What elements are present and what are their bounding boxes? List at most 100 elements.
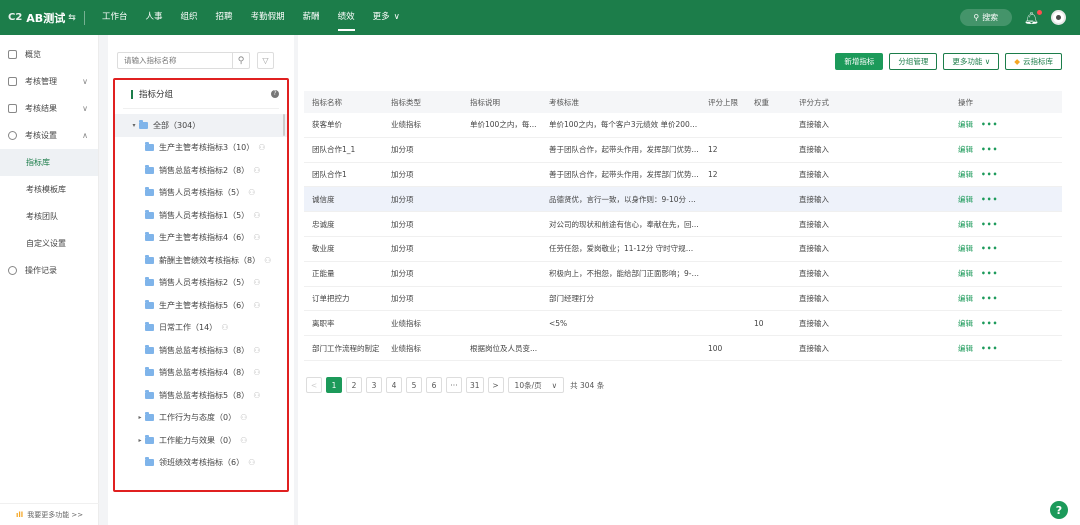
page-button[interactable]: 2 — [346, 377, 362, 393]
table-cell: 10 — [754, 318, 764, 328]
new-indicator-button[interactable]: 新增指标 — [835, 53, 884, 70]
group-tree: ▾ 全部（304） 生产主管考核指标3（10） ⚇ 销售总监考核指标2（8） ⚇ 销售人… — [115, 114, 287, 474]
tree-node[interactable]: 销售人员考核指标（5） ⚇ — [115, 182, 287, 205]
table-cell: 部门工作流程的制定 — [312, 343, 380, 353]
sidebar-item-assessment-manage[interactable]: 考核管理 ∨ — [0, 68, 98, 95]
tree-node[interactable]: 销售总监考核指标3（8） ⚇ — [115, 339, 287, 362]
sidebar-item-assessment-settings[interactable]: 考核设置 ∧ — [0, 122, 98, 149]
sidebar-subitem-assessment-team[interactable]: 考核团队 — [0, 203, 98, 230]
document-icon — [8, 77, 17, 86]
tree-node[interactable]: 日常工作（14） ⚇ — [115, 317, 287, 340]
table-row[interactable]: 正能量 加分项 积极向上，不抱怨，能给部门正面影响；9-1... 直接输入 编辑 ••• — [304, 262, 1062, 287]
more-actions-icon[interactable]: ••• — [981, 145, 998, 154]
page-button[interactable]: 3 — [366, 377, 382, 393]
tree-node[interactable]: 销售人员考核指标2（5） ⚇ — [115, 272, 287, 295]
caret-down-icon[interactable]: ▾ — [129, 122, 139, 129]
page-button[interactable]: ··· — [446, 377, 462, 393]
caret-right-icon[interactable]: ▸ — [135, 414, 145, 421]
group-manage-button[interactable]: 分组管理 — [889, 53, 938, 70]
nav-tab[interactable]: 组织 — [172, 0, 207, 35]
user-avatar[interactable] — [1051, 10, 1066, 25]
tree-node[interactable]: ▸ 工作能力与效果（0） ⚇ — [115, 429, 287, 452]
nav-tab[interactable]: 工作台 — [93, 0, 137, 35]
table-cell: 12 — [708, 169, 718, 179]
nav-tab[interactable]: 绩效 — [329, 0, 364, 35]
sidebar-subitem-indicator-library[interactable]: 指标库 — [0, 149, 98, 176]
table-row[interactable]: 诚信度 加分项 品德贤优，言行一致，以身作则：9-10分 诚... 直接输入 编辑 ••• — [304, 187, 1062, 213]
table-row[interactable]: 获客单价 业绩指标 单价100之内，每... 单价100之内，每个客户3元绩效 单价2… — [304, 113, 1062, 138]
edit-link[interactable]: 编辑 — [958, 220, 973, 229]
search-icon[interactable]: ⚲ — [232, 53, 249, 68]
more-actions-icon[interactable]: ••• — [981, 220, 998, 229]
indicator-search-input[interactable] — [118, 53, 232, 68]
tree-node[interactable]: 销售总监考核指标4（8） ⚇ — [115, 362, 287, 385]
table-row[interactable]: 部门工作流程的制定 业绩指标 根据岗位及人员变... 100 直接输入 编辑 ••• — [304, 336, 1062, 361]
table-row[interactable]: 敬业度 加分项 任劳任怨，爱岗敬业；11-12分 守时守规，不... 直接输入 编辑 ••… — [304, 237, 1062, 262]
column-header: 评分方式 — [799, 97, 829, 107]
sidebar-subitem-template-library[interactable]: 考核模板库 — [0, 176, 98, 203]
page-button[interactable]: 1 — [326, 377, 342, 393]
edit-link[interactable]: 编辑 — [958, 170, 973, 179]
page-button[interactable]: 6 — [426, 377, 442, 393]
table-row[interactable]: 订单把控力 加分项 部门经理打分 直接输入 编辑 ••• — [304, 287, 1062, 312]
tree-scrollbar[interactable] — [283, 114, 285, 136]
table-row[interactable]: 忠诚度 加分项 对公司的现状和前途有信心，奉献在先，回... 直接输入 编辑 ••• — [304, 212, 1062, 237]
nav-tab[interactable]: 薪酬 — [294, 0, 329, 35]
page-button[interactable]: 31 — [466, 377, 484, 393]
caret-right-icon[interactable]: ▸ — [135, 437, 145, 444]
prev-page-button[interactable]: < — [306, 377, 322, 393]
more-actions-icon[interactable]: ••• — [981, 244, 998, 253]
filter-icon[interactable]: ▽ — [257, 52, 274, 69]
edit-link[interactable]: 编辑 — [958, 319, 973, 328]
sidebar-item-operation-log[interactable]: 操作记录 — [0, 257, 98, 284]
brand-switcher[interactable]: C2 AB测试 ⇆ — [0, 10, 84, 26]
more-actions-icon[interactable]: ••• — [981, 319, 998, 328]
nav-tab[interactable]: 招聘 — [207, 0, 242, 35]
tree-node[interactable]: 销售总监考核指标2（8） ⚇ — [115, 159, 287, 182]
sidebar-item-overview[interactable]: 概览 — [0, 41, 98, 68]
search-icon: ⚲ — [973, 13, 980, 22]
more-features-button[interactable]: 更多功能 ∨ — [943, 53, 1000, 70]
folder-icon — [145, 322, 154, 332]
next-page-button[interactable]: > — [487, 377, 504, 393]
table-row[interactable]: 离职率 业绩指标 <5% 10 直接输入 编辑 ••• — [304, 311, 1062, 337]
page-button[interactable]: 5 — [406, 377, 422, 393]
tree-node[interactable]: 销售人员考核指标1（5） ⚇ — [115, 204, 287, 227]
edit-link[interactable]: 编辑 — [958, 269, 973, 278]
tree-node[interactable]: 领班绩效考核指标（6） ⚇ — [115, 452, 287, 475]
table-row[interactable]: 团队合作1_1 加分项 善于团队合作，起带头作用，发挥部门优势... 12 直接输入 编辑… — [304, 138, 1062, 163]
tree-node[interactable]: ▸ 工作行为与态度（0） ⚇ — [115, 407, 287, 430]
info-icon[interactable]: ? — [271, 90, 279, 98]
edit-link[interactable]: 编辑 — [958, 344, 973, 353]
tree-node[interactable]: 生产主管考核指标4（6） ⚇ — [115, 227, 287, 250]
tree-root-all[interactable]: ▾ 全部（304） — [115, 114, 287, 137]
sidebar-item-assessment-result[interactable]: 考核结果 ∨ — [0, 95, 98, 122]
cloud-library-button[interactable]: ◆ 云指标库 — [1005, 53, 1062, 70]
sidebar-subitem-custom-settings[interactable]: 自定义设置 — [0, 230, 98, 257]
more-actions-icon[interactable]: ••• — [981, 269, 998, 278]
edit-link[interactable]: 编辑 — [958, 120, 973, 129]
tree-node[interactable]: 生产主管考核指标3（10） ⚇ — [115, 137, 287, 160]
more-actions-icon[interactable]: ••• — [981, 120, 998, 129]
page-size-select[interactable]: 10条/页 ∨ — [507, 377, 565, 393]
table-row[interactable]: 团队合作1 加分项 善于团队合作，起带头作用，发挥部门优势... 12 直接输入 编辑 ••… — [304, 163, 1062, 188]
more-features-link[interactable]: ıll 我要更多功能 >> — [0, 503, 99, 525]
edit-link[interactable]: 编辑 — [958, 294, 973, 303]
tree-node[interactable]: 薪酬主管绩效考核指标（8） ⚇ — [115, 249, 287, 272]
more-actions-icon[interactable]: ••• — [981, 170, 998, 179]
more-actions-icon[interactable]: ••• — [981, 344, 998, 353]
edit-link[interactable]: 编辑 — [958, 145, 973, 154]
tree-node[interactable]: 销售总监考核指标5（8） ⚇ — [115, 384, 287, 407]
more-actions-icon[interactable]: ••• — [981, 195, 998, 204]
edit-link[interactable]: 编辑 — [958, 195, 973, 204]
help-button[interactable]: ? — [1050, 501, 1068, 519]
edit-link[interactable]: 编辑 — [958, 244, 973, 253]
nav-tab[interactable]: 考勤假期 — [242, 0, 294, 35]
nav-tab[interactable]: 更多 ∨ — [364, 0, 409, 35]
more-actions-icon[interactable]: ••• — [981, 294, 998, 303]
page-button[interactable]: 4 — [386, 377, 402, 393]
notification-bell-icon[interactable]: 🔔︎ — [1024, 9, 1042, 25]
tree-node[interactable]: 生产主管考核指标5（6） ⚇ — [115, 294, 287, 317]
nav-tab[interactable]: 人事 — [137, 0, 172, 35]
global-search-button[interactable]: ⚲ 搜索 — [959, 9, 1012, 26]
